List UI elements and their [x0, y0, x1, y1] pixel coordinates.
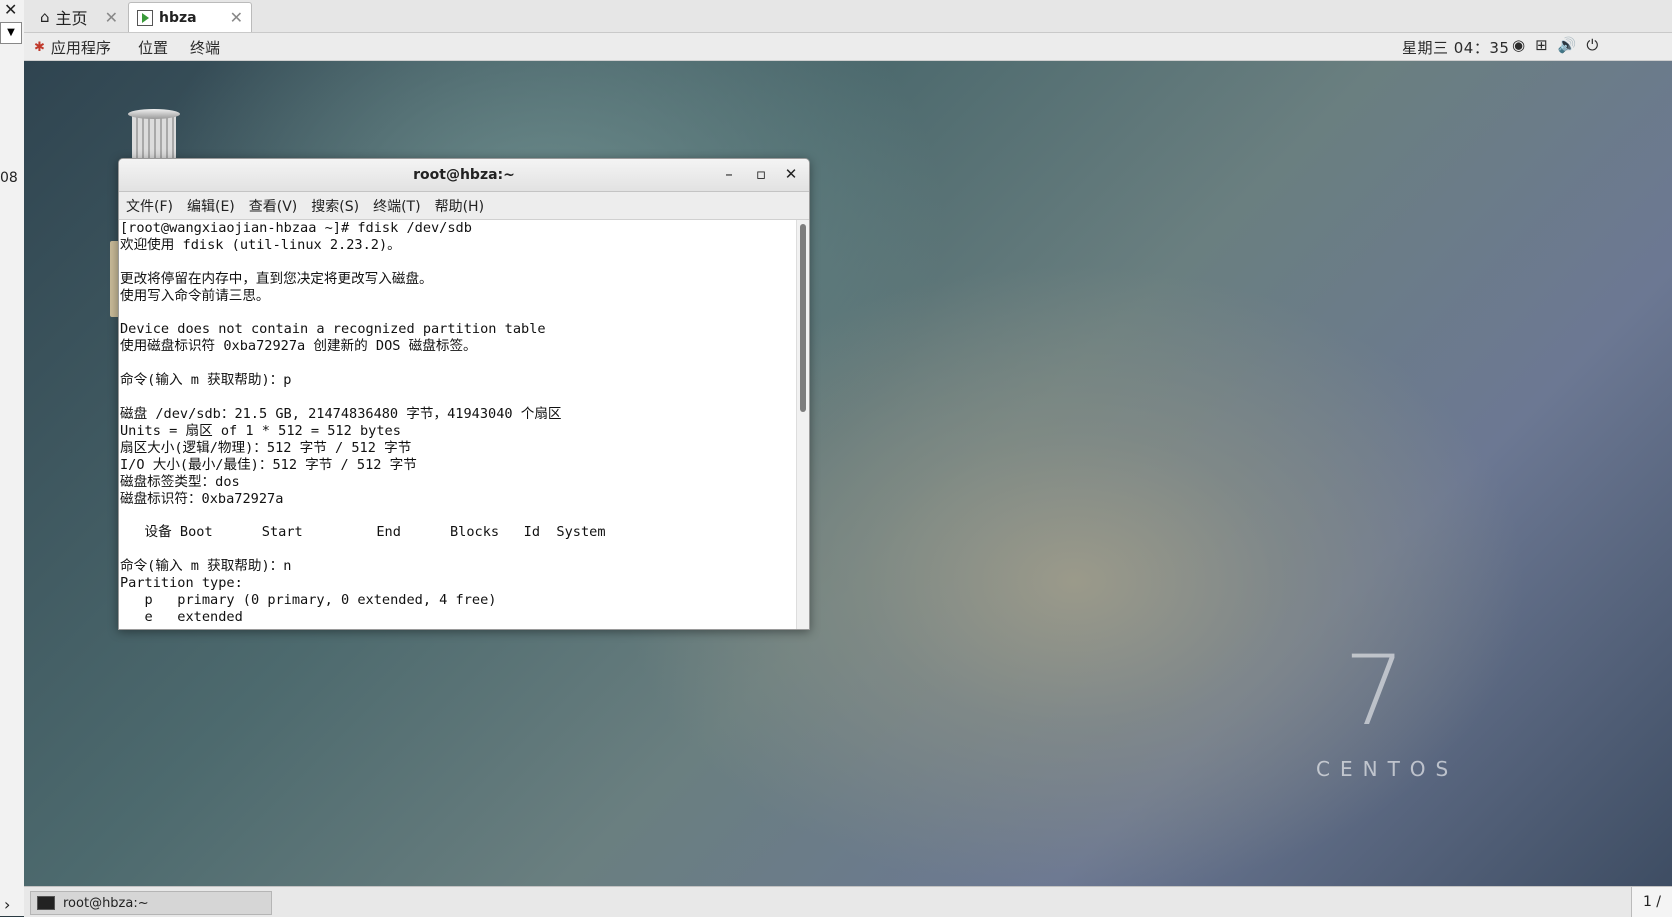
- host-close-icon[interactable]: ✕: [4, 0, 17, 19]
- terminal-line: Device does not contain a recognized par…: [120, 321, 546, 338]
- minimize-icon[interactable]: –: [719, 165, 739, 183]
- tab-home[interactable]: ⌂ 主页 ✕: [32, 2, 126, 32]
- terminal-line: [root@wangxiaojian-hbzaa ~]# fdisk /dev/…: [120, 220, 472, 236]
- tab-hbza[interactable]: hbza ✕: [128, 2, 252, 32]
- host-left-number: 08: [0, 170, 18, 186]
- menu-view[interactable]: 查看(V): [249, 196, 298, 216]
- terminal-line: 扇区大小(逻辑/物理)：512 字节 / 512 字节: [120, 439, 412, 456]
- menu-help[interactable]: 帮助(H): [435, 196, 484, 216]
- host-tab-bar: ⌂ 主页 ✕ hbza ✕: [24, 0, 1672, 33]
- applications-label: 应用程序: [50, 39, 111, 57]
- terminal-line: 命令(输入 m 获取帮助)：n: [120, 558, 292, 575]
- host-expand-chevron-icon[interactable]: ›: [4, 895, 10, 914]
- system-tray[interactable]: ◉ ⊞ 🔊 ⏻: [1512, 36, 1598, 54]
- network-icon[interactable]: ⊞: [1535, 36, 1548, 54]
- terminal-line: 磁盘标签类型：dos: [120, 473, 240, 490]
- terminal-titlebar[interactable]: root@hbza:~ – ▫ ✕: [119, 159, 809, 192]
- terminal-line: I/O 大小(最小/最佳)：512 字节 / 512 字节: [120, 456, 417, 473]
- host-dropdown-chevron-icon[interactable]: ▼: [0, 22, 22, 44]
- taskbar-item-terminal[interactable]: root@hbza:~: [30, 891, 272, 915]
- terminal-menu[interactable]: 终端: [190, 37, 220, 58]
- home-icon: ⌂: [40, 8, 50, 26]
- menu-edit[interactable]: 编辑(E): [187, 196, 235, 216]
- close-icon[interactable]: ✕: [781, 165, 801, 183]
- tab-hbza-close-icon[interactable]: ✕: [230, 8, 243, 27]
- terminal-title: root@hbza:~: [413, 167, 515, 183]
- trash-icon[interactable]: [126, 109, 182, 165]
- places-menu[interactable]: 位置: [138, 37, 168, 58]
- scrollbar-thumb[interactable]: [800, 224, 806, 412]
- terminal-menubar: 文件(F) 编辑(E) 查看(V) 搜索(S) 终端(T) 帮助(H): [119, 192, 809, 220]
- clock[interactable]: 星期三 04：35: [1402, 37, 1509, 58]
- terminal-scrollbar[interactable]: [796, 220, 809, 629]
- terminal-line: 设备 Boot Start End Blocks Id System: [120, 524, 606, 541]
- bottom-taskbar: root@hbza:~ 1 /: [24, 886, 1672, 917]
- terminal-line: 使用写入命令前请三思。: [120, 287, 270, 304]
- terminal-line: p primary (0 primary, 0 extended, 4 free…: [120, 591, 497, 608]
- terminal-line: Units = 扇区 of 1 * 512 = 512 bytes: [120, 422, 401, 439]
- applications-menu[interactable]: ✱ 应用程序: [34, 37, 111, 58]
- terminal-line: 磁盘 /dev/sdb：21.5 GB, 21474836480 字节，4194…: [120, 405, 562, 422]
- menu-file[interactable]: 文件(F): [126, 196, 173, 216]
- terminal-output[interactable]: [root@wangxiaojian-hbzaa ~]# fdisk /dev/…: [119, 220, 798, 629]
- terminal-window[interactable]: root@hbza:~ – ▫ ✕ 文件(F) 编辑(E) 查看(V) 搜索(S…: [118, 158, 810, 630]
- vm-icon: [137, 9, 153, 26]
- volume-icon[interactable]: 🔊: [1558, 36, 1577, 54]
- workspace-pager[interactable]: 1 /: [1631, 887, 1672, 917]
- menu-terminal[interactable]: 终端(T): [373, 196, 420, 216]
- tab-home-close-icon[interactable]: ✕: [105, 8, 118, 27]
- terminal-line: 更改将停留在内存中，直到您决定将更改写入磁盘。: [120, 270, 433, 287]
- terminal-line: 磁盘标识符：0xba72927a: [120, 490, 284, 507]
- power-icon[interactable]: ⏻: [1586, 36, 1598, 54]
- taskbar-item-label: root@hbza:~: [63, 895, 149, 911]
- centos-logo-text: CENTOS: [1316, 757, 1459, 781]
- centos-logo-number: 7: [1344, 635, 1406, 747]
- host-left-panel: ✕ ▼ 08 ›: [0, 0, 25, 916]
- terminal-line: Partition type:: [120, 575, 243, 592]
- terminal-icon: [37, 896, 55, 910]
- maximize-icon[interactable]: ▫: [751, 165, 771, 183]
- applications-icon: ✱: [34, 40, 45, 55]
- terminal-line: 欢迎使用 fdisk (util-linux 2.23.2)。: [120, 236, 401, 253]
- terminal-line: e extended: [120, 608, 243, 625]
- terminal-line: 命令(输入 m 获取帮助)：p: [120, 372, 292, 389]
- menu-search[interactable]: 搜索(S): [311, 196, 359, 216]
- top-panel: ✱ 应用程序 位置 终端 星期三 04：35 ◉ ⊞ 🔊 ⏻: [24, 33, 1672, 61]
- tab-hbza-label: hbza: [159, 9, 197, 26]
- accessibility-icon[interactable]: ◉: [1512, 36, 1525, 54]
- terminal-line: 使用磁盘标识符 0xba72927a 创建新的 DOS 磁盘标签。: [120, 338, 477, 355]
- tab-home-label: 主页: [55, 9, 88, 28]
